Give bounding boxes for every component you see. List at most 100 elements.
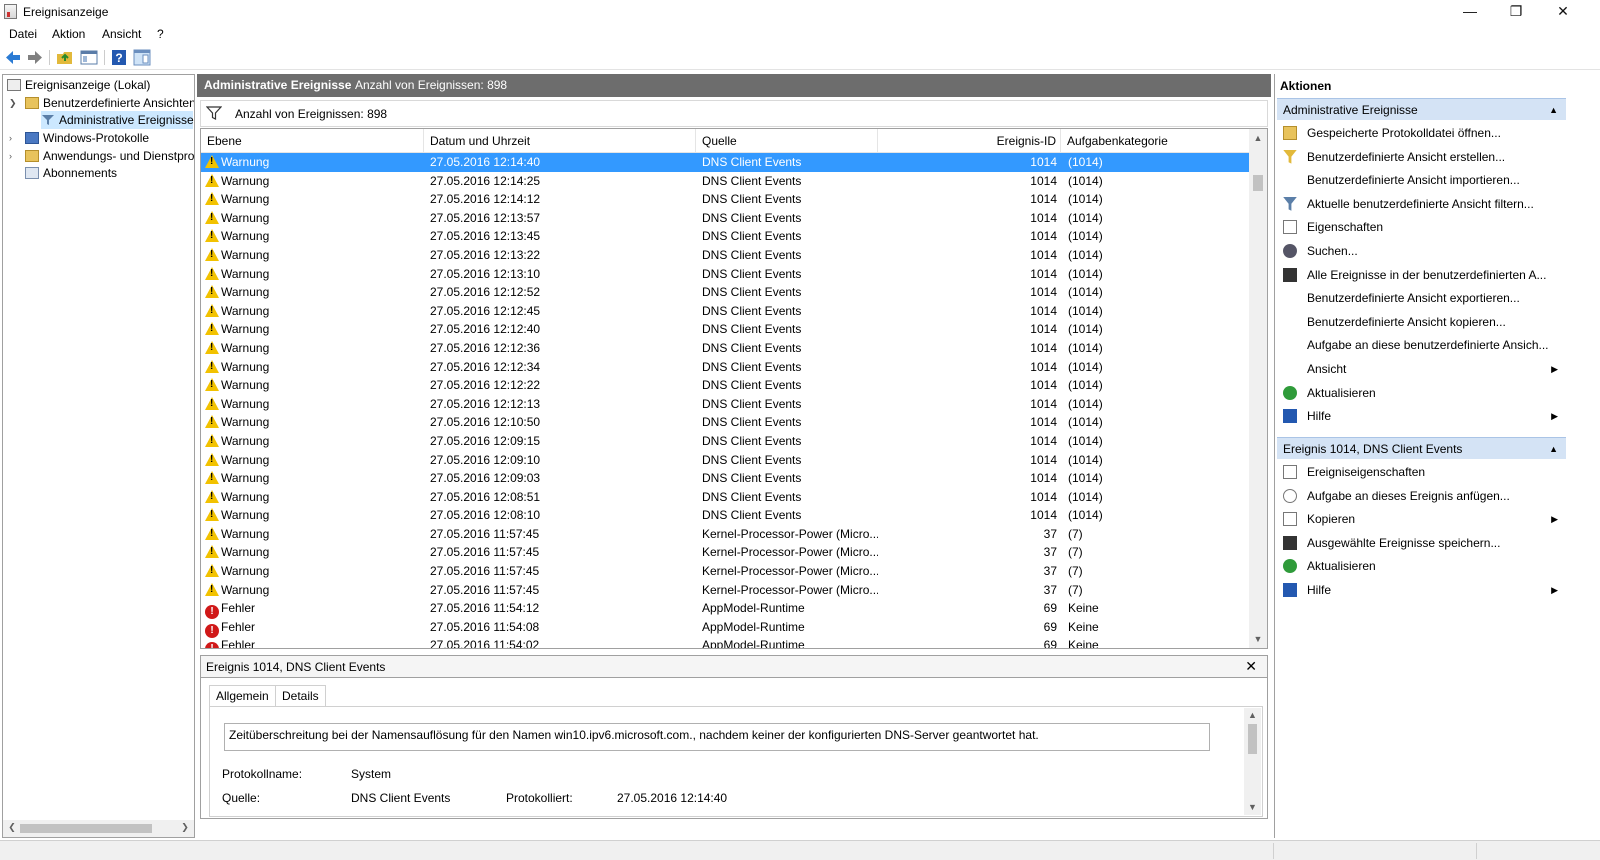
- action-item[interactable]: Ausgewählte Ereignisse speichern...: [1277, 532, 1566, 554]
- action-item[interactable]: Kopieren ▶: [1277, 508, 1566, 530]
- event-message[interactable]: Zeitüberschreitung bei der Namensauflösu…: [224, 723, 1210, 751]
- close-detail-icon[interactable]: ✕: [1245, 658, 1257, 675]
- cell-source: AppModel-Runtime: [702, 638, 805, 649]
- table-row[interactable]: Warnung 27.05.2016 12:12:36 DNS Client Eve…: [201, 339, 1249, 358]
- cell-level: Warnung: [221, 229, 270, 244]
- scroll-thumb[interactable]: [1248, 724, 1257, 754]
- table-row[interactable]: Warnung 27.05.2016 12:08:51 DNS Client Eve…: [201, 488, 1249, 507]
- table-row[interactable]: Warnung 27.05.2016 12:09:15 DNS Client Eve…: [201, 432, 1249, 451]
- tree-windows-logs[interactable]: Windows-Protokolle: [25, 129, 149, 147]
- table-row[interactable]: Warnung 27.05.2016 12:12:34 DNS Client Eve…: [201, 358, 1249, 377]
- table-row[interactable]: Warnung 27.05.2016 12:14:40 DNS Client Eve…: [201, 153, 1249, 172]
- table-row[interactable]: Warnung 27.05.2016 12:13:10 DNS Client Eve…: [201, 265, 1249, 284]
- table-row[interactable]: Warnung 27.05.2016 12:14:12 DNS Client Eve…: [201, 190, 1249, 209]
- window-title: Ereignisanzeige: [23, 5, 109, 19]
- scroll-down-icon[interactable]: ▼: [1244, 802, 1261, 812]
- action-item[interactable]: Aufgabe an dieses Ereignis anfügen...: [1277, 485, 1566, 507]
- tab-details[interactable]: Details: [275, 685, 326, 706]
- table-row[interactable]: Warnung 27.05.2016 12:13:45 DNS Client Eve…: [201, 227, 1249, 246]
- action-item[interactable]: Suchen...: [1277, 240, 1566, 262]
- tree-app-service-logs[interactable]: Anwendungs- und Dienstprotokolle: [25, 147, 194, 165]
- table-row[interactable]: ! Fehler 27.05.2016 11:54:12 AppModel-Runti…: [201, 599, 1249, 620]
- action-item[interactable]: Alle Ereignisse in der benutzerdefiniert…: [1277, 264, 1566, 286]
- action-item[interactable]: Hilfe ▶: [1277, 579, 1566, 601]
- table-row[interactable]: ! Fehler 27.05.2016 11:54:08 AppModel-Runti…: [201, 618, 1249, 638]
- menu-ansicht[interactable]: Ansicht: [102, 27, 141, 41]
- scroll-up-icon[interactable]: ▲: [1249, 133, 1267, 143]
- tab-general[interactable]: Allgemein: [209, 685, 276, 707]
- table-vertical-scrollbar[interactable]: ▲ ▼: [1249, 129, 1267, 648]
- expand-chevron-icon[interactable]: ›: [9, 129, 19, 147]
- table-row[interactable]: Warnung 27.05.2016 12:12:22 DNS Client Eve…: [201, 376, 1249, 395]
- scroll-right-icon[interactable]: ❯: [176, 822, 194, 833]
- section-header-admin-events[interactable]: Administrative Ereignisse ▲: [1277, 98, 1566, 120]
- table-row[interactable]: Warnung 27.05.2016 12:12:40 DNS Client Eve…: [201, 320, 1249, 339]
- event-count: Anzahl von Ereignissen: 898: [355, 78, 508, 92]
- column-level[interactable]: Ebene: [201, 129, 424, 153]
- table-row[interactable]: Warnung 27.05.2016 12:14:25 DNS Client Eve…: [201, 172, 1249, 191]
- minimize-button[interactable]: —: [1447, 0, 1493, 24]
- action-item[interactable]: Benutzerdefinierte Ansicht exportieren..…: [1277, 287, 1566, 309]
- table-row[interactable]: Warnung 27.05.2016 11:57:45 Kernel-Process…: [201, 562, 1249, 581]
- collapse-chevron-icon[interactable]: ❯: [9, 94, 19, 112]
- scroll-left-icon[interactable]: ❮: [3, 822, 21, 833]
- column-source[interactable]: Quelle: [696, 129, 878, 153]
- expand-chevron-icon[interactable]: ›: [9, 147, 19, 165]
- action-item[interactable]: Benutzerdefinierte Ansicht importieren..…: [1277, 169, 1566, 191]
- maximize-button[interactable]: ❐: [1493, 0, 1539, 24]
- action-item[interactable]: Hilfe ▶: [1277, 405, 1566, 427]
- table-row[interactable]: Warnung 27.05.2016 12:09:10 DNS Client Eve…: [201, 451, 1249, 470]
- action-item[interactable]: Aktualisieren: [1277, 555, 1566, 577]
- scroll-down-icon[interactable]: ▼: [1249, 634, 1267, 644]
- action-item[interactable]: Aufgabe an diese benutzerdefinierte Ansi…: [1277, 334, 1566, 356]
- open-folder-icon: [1283, 126, 1297, 140]
- help-icon[interactable]: ?: [110, 49, 128, 66]
- action-item[interactable]: Ereigniseigenschaften: [1277, 461, 1566, 483]
- table-row[interactable]: Warnung 27.05.2016 12:08:10 DNS Client Eve…: [201, 506, 1249, 525]
- action-item[interactable]: Ansicht ▶: [1277, 358, 1566, 380]
- section-header-event[interactable]: Ereignis 1014, DNS Client Events ▲: [1277, 437, 1566, 459]
- show-hide-action-pane-icon[interactable]: [133, 49, 151, 66]
- table-row[interactable]: Warnung 27.05.2016 11:57:45 Kernel-Process…: [201, 525, 1249, 544]
- close-button[interactable]: ✕: [1540, 0, 1586, 24]
- folder-up-icon[interactable]: [56, 49, 74, 66]
- table-row[interactable]: Warnung 27.05.2016 12:12:52 DNS Client Eve…: [201, 283, 1249, 302]
- action-item[interactable]: Aktualisieren: [1277, 382, 1566, 404]
- menu-aktion[interactable]: Aktion: [52, 27, 85, 41]
- scroll-up-icon[interactable]: ▲: [1244, 710, 1261, 720]
- filter-icon[interactable]: [206, 106, 222, 121]
- menu-datei[interactable]: Datei: [9, 27, 37, 41]
- column-date-time[interactable]: Datum und Uhrzeit: [424, 129, 696, 153]
- cell-date: 27.05.2016 12:12:13: [430, 396, 541, 411]
- tree-admin-events[interactable]: Administrative Ereignisse: [41, 111, 194, 129]
- back-arrow-icon[interactable]: [4, 49, 22, 66]
- column-task-category[interactable]: Aufgabenkategorie: [1061, 129, 1249, 153]
- show-hide-tree-icon[interactable]: [80, 49, 98, 66]
- scroll-thumb[interactable]: [1253, 175, 1263, 191]
- detail-vertical-scrollbar[interactable]: ▲ ▼: [1244, 708, 1261, 815]
- action-item[interactable]: Aktuelle benutzerdefinierte Ansicht filt…: [1277, 193, 1566, 215]
- forward-arrow-icon[interactable]: [26, 49, 44, 66]
- column-event-id[interactable]: Ereignis-ID: [878, 129, 1061, 153]
- menu-help[interactable]: ?: [157, 27, 164, 41]
- collapse-section-icon[interactable]: ▲: [1549, 438, 1558, 460]
- table-row[interactable]: ! Fehler 27.05.2016 11:54:02 AppModel-Runti…: [201, 636, 1249, 649]
- scroll-thumb[interactable]: [20, 824, 152, 833]
- action-item[interactable]: Benutzerdefinierte Ansicht erstellen...: [1277, 146, 1566, 168]
- table-row[interactable]: Warnung 27.05.2016 12:09:03 DNS Client Eve…: [201, 469, 1249, 488]
- action-item[interactable]: Gespeicherte Protokolldatei öffnen...: [1277, 122, 1566, 144]
- action-item[interactable]: Benutzerdefinierte Ansicht kopieren...: [1277, 311, 1566, 333]
- tree-custom-views[interactable]: Benutzerdefinierte Ansichten: [25, 94, 194, 112]
- tree-root-local[interactable]: Ereignisanzeige (Lokal): [7, 76, 150, 94]
- table-row[interactable]: Warnung 27.05.2016 12:13:22 DNS Client Eve…: [201, 246, 1249, 265]
- collapse-section-icon[interactable]: ▲: [1549, 99, 1558, 121]
- tree-horizontal-scrollbar[interactable]: ❮ ❯: [3, 820, 194, 837]
- table-row[interactable]: Warnung 27.05.2016 12:12:13 DNS Client Eve…: [201, 395, 1249, 414]
- table-row[interactable]: Warnung 27.05.2016 11:57:45 Kernel-Process…: [201, 581, 1249, 600]
- table-row[interactable]: Warnung 27.05.2016 12:13:57 DNS Client Eve…: [201, 209, 1249, 228]
- table-row[interactable]: Warnung 27.05.2016 11:57:45 Kernel-Process…: [201, 543, 1249, 562]
- action-item[interactable]: Eigenschaften: [1277, 216, 1566, 238]
- tree-subscriptions[interactable]: Abonnements: [25, 164, 117, 182]
- table-row[interactable]: Warnung 27.05.2016 12:12:45 DNS Client Eve…: [201, 302, 1249, 321]
- table-row[interactable]: Warnung 27.05.2016 12:10:50 DNS Client Eve…: [201, 413, 1249, 432]
